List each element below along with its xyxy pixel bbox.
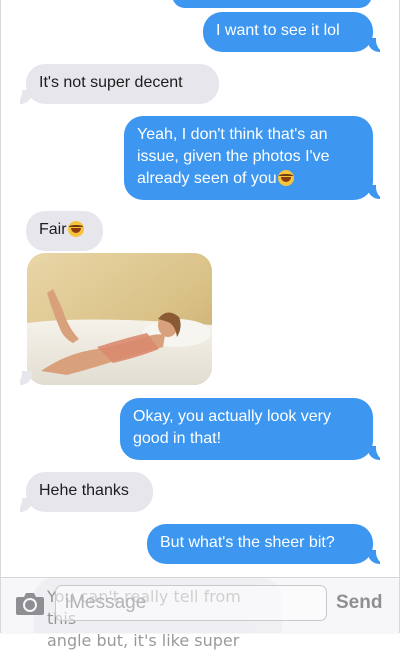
message-input[interactable]: iMessage [55,585,327,621]
send-button[interactable]: Send [336,592,382,614]
message-text-line: good in that! [133,430,222,447]
message-bubble-outgoing[interactable]: Yeah, I don't think that's an issue, giv… [124,116,373,200]
message-bubble-outgoing[interactable]: But what's the sheer bit? [147,524,373,564]
laughing-emoji-icon [277,170,294,186]
message-text: It's not super decent [39,74,183,91]
photo-image [27,253,212,385]
message-text-line: Yeah, I don't think that's an [137,126,328,143]
left-edge [0,0,1,633]
message-bubble-outgoing[interactable]: I want to see it lol [203,12,373,52]
photo-attachment[interactable] [27,253,212,385]
message-bubble-incoming[interactable]: Fair [26,211,103,251]
message-bubble-incoming[interactable]: It's not super decent [26,64,219,104]
message-bubble-outgoing[interactable]: Okay, you actually look very good in tha… [120,398,373,460]
camera-icon[interactable] [15,590,45,616]
message-text-line: already seen of you [137,168,360,190]
message-text-line: Okay, you actually look very [133,408,332,425]
message-bubble-partial [172,0,372,8]
message-text: I want to see it lol [216,22,340,39]
message-text: Hehe thanks [39,482,129,499]
message-text-line: angle but, it's like super [47,631,240,650]
message-text-line: issue, given the photos I've [137,148,330,165]
message-bubble-incoming[interactable]: Hehe thanks [26,472,153,512]
message-text: already seen of you [137,170,277,187]
message-text: But what's the sheer bit? [160,534,335,551]
message-text: Fair [39,221,67,238]
laughing-emoji-icon [67,221,84,237]
